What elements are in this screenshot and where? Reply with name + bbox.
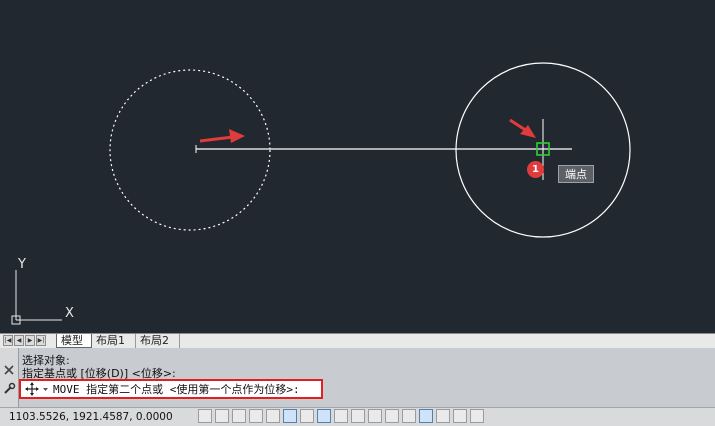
lineweight-toggle[interactable] [368,409,382,423]
first-tab-button[interactable]: |◀ [3,335,13,346]
step-number-badge: 1 [527,161,544,178]
move-icon[interactable] [24,381,50,397]
status-bar: 1103.5526, 1921.4587, 0.0000 [0,407,715,426]
annotation-arrow-diagonal [509,118,536,138]
tab-layout1[interactable]: 布局1 [92,334,136,348]
command-prompt: MOVE 指定第二个点或 <使用第一个点作为位移>: [53,383,300,396]
object-snap-toggle[interactable] [283,409,297,423]
annotation-arrow-right [199,129,245,143]
prev-tab-button[interactable]: ◀ [14,335,24,346]
selection-cycling-toggle[interactable] [419,409,433,423]
drawing-canvas[interactable]: Y X 1 端点 [0,0,715,333]
ucs-y-label: Y [17,257,26,272]
quick-properties-toggle[interactable] [402,409,416,423]
last-tab-button[interactable]: ▶| [36,335,46,346]
snap-mode-toggle[interactable] [215,409,229,423]
wrench-icon[interactable] [4,382,16,394]
grid-display-toggle[interactable] [232,409,246,423]
source-circle[interactable] [109,69,271,231]
next-tab-button[interactable]: ▶ [25,335,35,346]
dynamic-input-toggle[interactable] [351,409,365,423]
polar-tracking-toggle[interactable] [266,409,280,423]
workspace-switch-button[interactable] [470,409,484,423]
coordinate-readout: 1103.5526, 1921.4587, 0.0000 [9,411,173,423]
3d-object-snap-toggle[interactable] [300,409,314,423]
close-icon[interactable] [4,365,14,375]
command-history-line-1: 选择对象: [22,354,70,367]
model-space-toggle[interactable] [453,409,467,423]
drawing-svg[interactable]: Y X [0,0,715,333]
osnap-tooltip: 端点 [558,165,594,183]
annotation-monitor-toggle[interactable] [436,409,450,423]
command-window-grip[interactable] [0,348,19,407]
transparency-toggle[interactable] [385,409,399,423]
infer-constraints-toggle[interactable] [198,409,212,423]
ortho-mode-toggle[interactable] [249,409,263,423]
ucs-x-label: X [65,306,74,321]
object-snap-tracking-toggle[interactable] [317,409,331,423]
tab-model[interactable]: 模型 [56,334,92,348]
command-input[interactable]: MOVE 指定第二个点或 <使用第一个点作为位移>: [19,379,323,399]
layout-tab-bar: |◀ ◀ ▶ ▶| 模型 布局1 布局2 [0,333,715,348]
tab-layout2[interactable]: 布局2 [136,334,180,348]
ucs-icon: Y X [11,257,74,325]
dynamic-ucs-toggle[interactable] [334,409,348,423]
